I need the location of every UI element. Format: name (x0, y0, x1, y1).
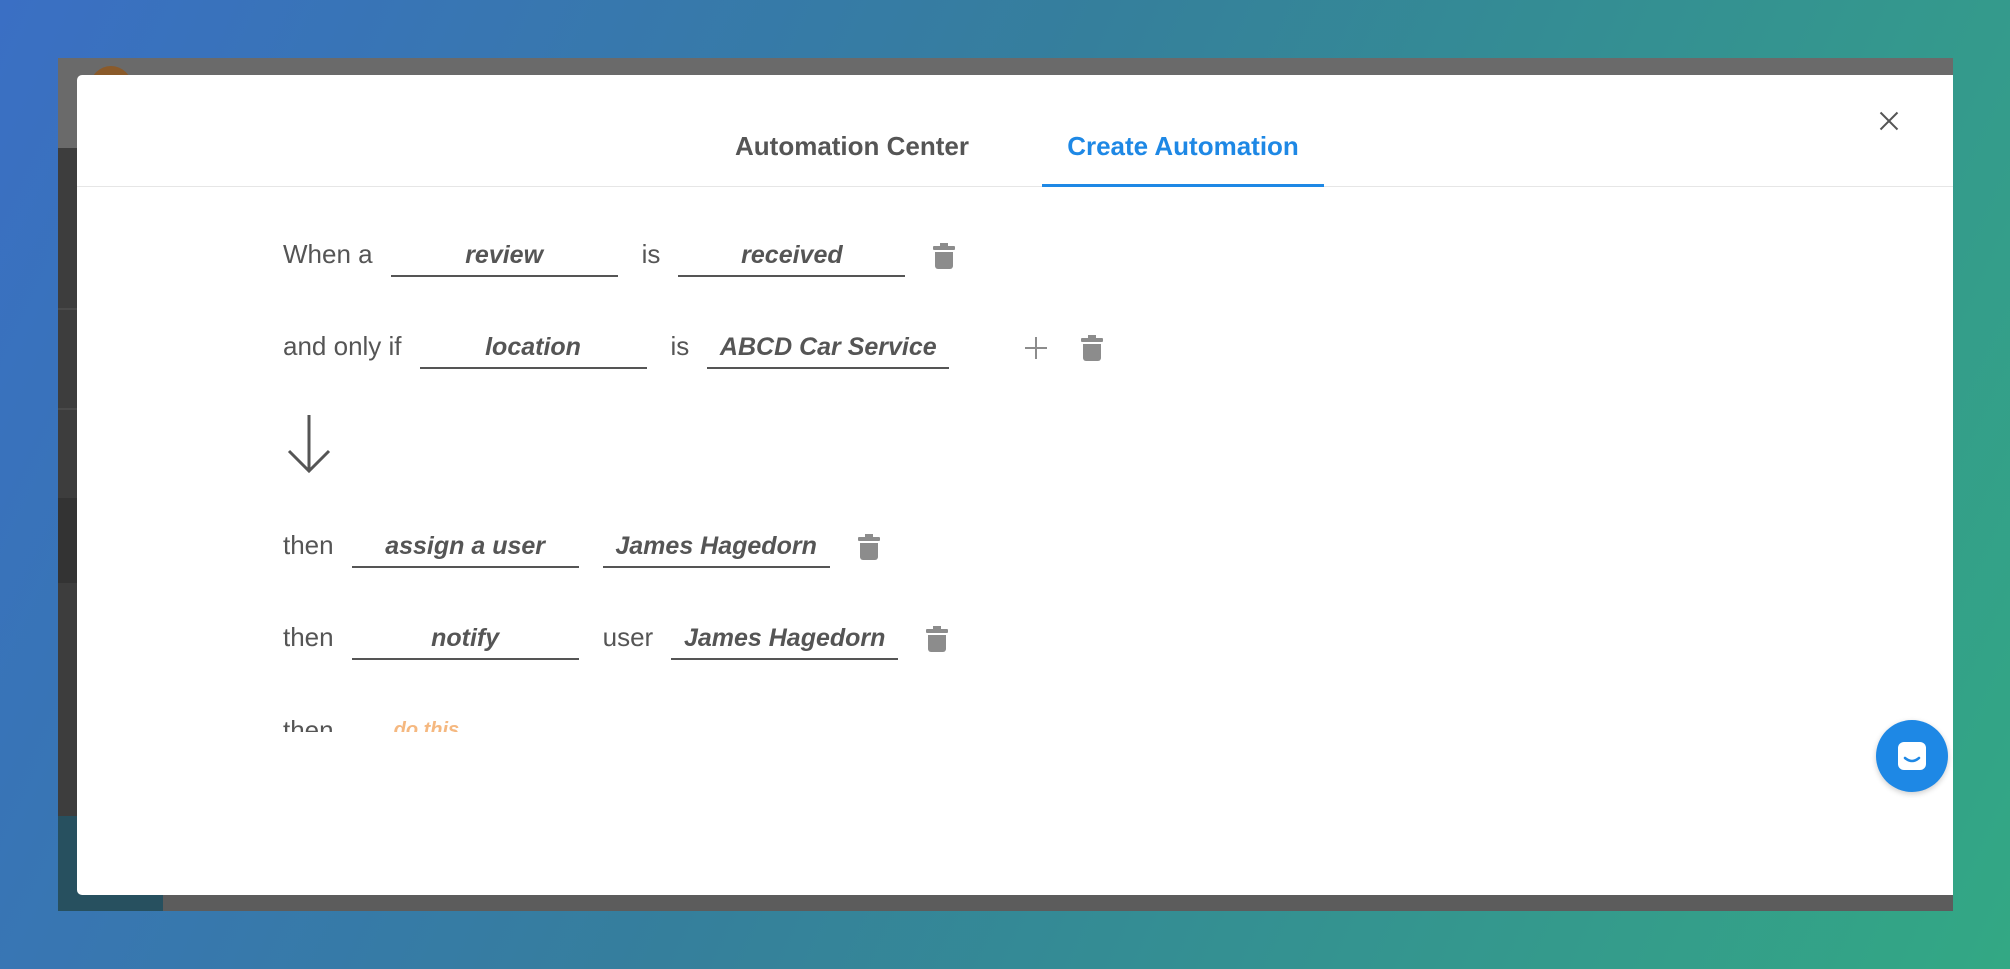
action-row: then assign a user James Hagedorn (283, 522, 880, 568)
condition-field-dropdown[interactable]: location (419, 327, 647, 369)
tab-create-automation[interactable]: Create Automation (1042, 131, 1324, 187)
action-middle-label: user (602, 622, 654, 652)
trigger-event-dropdown[interactable]: received (678, 235, 906, 277)
trash-icon[interactable] (857, 534, 880, 560)
action-type-dropdown[interactable]: assign a user (351, 526, 579, 568)
trigger-prefix: When a (283, 239, 373, 269)
action-row: then notify user James Hagedorn (283, 614, 949, 660)
chat-icon (1898, 742, 1926, 770)
action-prefix: then (283, 715, 334, 732)
trash-icon[interactable] (933, 243, 956, 269)
condition-prefix: and only if (283, 331, 402, 361)
plus-icon[interactable] (1025, 337, 1048, 359)
trash-icon[interactable] (1081, 335, 1104, 361)
condition-row: and only if location is ABCD Car Service (283, 323, 1104, 369)
trigger-verb: is (641, 239, 661, 269)
pending-action-row: then do this (283, 710, 459, 732)
condition-operator: is (670, 331, 690, 361)
create-automation-modal: Automation Center Create Automation When… (77, 75, 1953, 895)
action-user-dropdown[interactable]: James Hagedorn (602, 526, 830, 568)
tab-automation-center[interactable]: Automation Center (735, 131, 969, 184)
arrow-down-icon (287, 415, 331, 474)
action-prefix: then (283, 622, 334, 652)
chat-button[interactable] (1876, 720, 1948, 792)
action-user-dropdown[interactable]: James Hagedorn (671, 618, 899, 660)
action-type-dropdown[interactable]: notify (351, 618, 579, 660)
trigger-row: When a review is received (283, 231, 956, 277)
action-prefix: then (283, 530, 334, 560)
modal-tabs: Automation Center Create Automation (77, 75, 1953, 187)
trash-icon[interactable] (926, 626, 949, 652)
action-placeholder-dropdown[interactable]: do this (394, 710, 460, 732)
condition-value-dropdown[interactable]: ABCD Car Service (707, 327, 950, 369)
trigger-subject-dropdown[interactable]: review (390, 235, 618, 277)
